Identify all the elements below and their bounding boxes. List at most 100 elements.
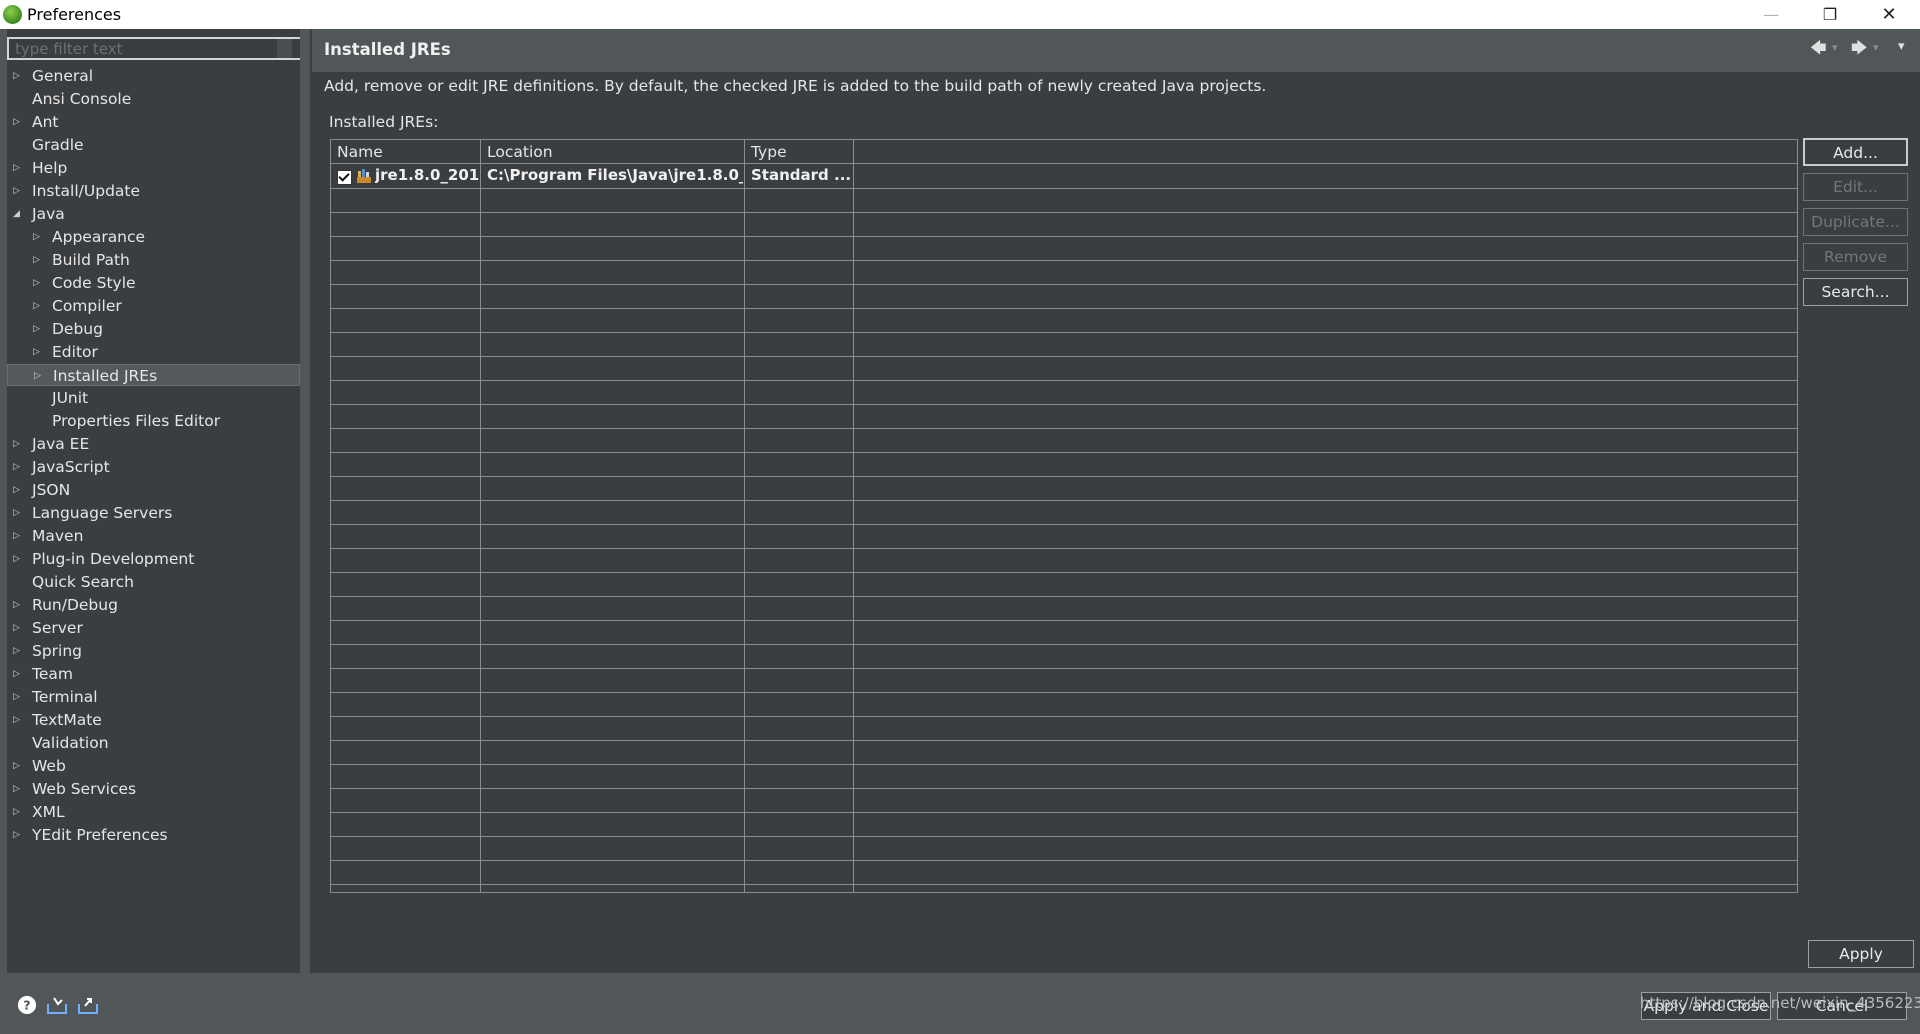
remove-button[interactable]: Remove: [1803, 243, 1908, 271]
tree-item-label: TextMate: [32, 711, 102, 729]
collapsed-arrow-icon[interactable]: ▷: [13, 111, 23, 133]
close-button[interactable]: ✕: [1866, 0, 1912, 29]
tree-item-label: Validation: [32, 734, 109, 752]
collapsed-arrow-icon[interactable]: ▷: [13, 502, 23, 524]
table-row-line: [331, 692, 1797, 693]
tree-item[interactable]: ▷ Appearance: [7, 226, 300, 248]
tree-item[interactable]: Ansi Console: [7, 88, 300, 110]
tree-item[interactable]: ▷ XML: [7, 801, 300, 823]
tree-item[interactable]: ▷ Code Style: [7, 272, 300, 294]
table-column-line: [853, 164, 854, 892]
tree-item[interactable]: ◢ Java: [7, 203, 300, 225]
tree-item[interactable]: JUnit: [7, 387, 300, 409]
table-row-line: [331, 452, 1797, 453]
tree-item[interactable]: ▷ JSON: [7, 479, 300, 501]
duplicate-button[interactable]: Duplicate...: [1803, 208, 1908, 236]
forward-arrow-icon[interactable]: 🡆: [1851, 37, 1868, 64]
tree-item[interactable]: ▷ JavaScript: [7, 456, 300, 478]
collapsed-arrow-icon[interactable]: ▷: [33, 249, 43, 271]
collapsed-arrow-icon[interactable]: ▷: [33, 341, 43, 363]
collapsed-arrow-icon[interactable]: ▷: [34, 365, 44, 387]
tree-item[interactable]: ▷ Installed JREs: [7, 364, 300, 386]
tree-item[interactable]: ▷ Java EE: [7, 433, 300, 455]
tree-item-label: Language Servers: [32, 504, 173, 522]
collapsed-arrow-icon[interactable]: ▷: [33, 272, 43, 294]
collapsed-arrow-icon[interactable]: ▷: [13, 456, 23, 478]
tree-item[interactable]: ▷ Debug: [7, 318, 300, 340]
expanded-arrow-icon[interactable]: ◢: [13, 203, 23, 225]
tree-item[interactable]: ▷ YEdit Preferences: [7, 824, 300, 846]
collapsed-arrow-icon[interactable]: ▷: [13, 433, 23, 455]
tree-item[interactable]: ▷ Web Services: [7, 778, 300, 800]
forward-dropdown-icon[interactable]: ▾: [1873, 41, 1879, 54]
tree-item[interactable]: ▷ Editor: [7, 341, 300, 363]
search-button[interactable]: Search...: [1803, 278, 1908, 306]
import-icon[interactable]: [46, 995, 68, 1015]
collapsed-arrow-icon[interactable]: ▷: [13, 640, 23, 662]
tree-item[interactable]: ▷ Install/Update: [7, 180, 300, 202]
collapsed-arrow-icon[interactable]: ▷: [13, 778, 23, 800]
tree-item[interactable]: ▷ Maven: [7, 525, 300, 547]
collapsed-arrow-icon[interactable]: ▷: [13, 755, 23, 777]
collapsed-arrow-icon[interactable]: ▷: [33, 318, 43, 340]
tree-item[interactable]: Quick Search: [7, 571, 300, 593]
collapsed-arrow-icon[interactable]: ▷: [13, 594, 23, 616]
filter-input[interactable]: [7, 37, 304, 60]
tree-item[interactable]: Gradle: [7, 134, 300, 156]
tree-item[interactable]: ▷ General: [7, 65, 300, 87]
dialog-button-bar: ? Apply and Close Cancel https://blog.cs…: [0, 973, 1920, 1034]
collapsed-arrow-icon[interactable]: ▷: [13, 686, 23, 708]
collapsed-arrow-icon[interactable]: ▷: [13, 617, 23, 639]
collapsed-arrow-icon[interactable]: ▷: [13, 824, 23, 846]
collapsed-arrow-icon[interactable]: ▷: [13, 479, 23, 501]
tree-item-label: Help: [32, 159, 68, 177]
export-icon[interactable]: [77, 995, 99, 1015]
pane-splitter[interactable]: [300, 29, 310, 973]
apply-button[interactable]: Apply: [1808, 940, 1914, 968]
installed-jres-table[interactable]: Name Location Type jre1.8.0_201... C:\Pr…: [330, 139, 1798, 893]
tree-item[interactable]: ▷ TextMate: [7, 709, 300, 731]
tree-item[interactable]: ▷ Web: [7, 755, 300, 777]
help-icon[interactable]: ?: [16, 995, 38, 1015]
tree-item[interactable]: ▷ Run/Debug: [7, 594, 300, 616]
tree-item[interactable]: ▷ Language Servers: [7, 502, 300, 524]
collapsed-arrow-icon[interactable]: ▷: [33, 226, 43, 248]
tree-item[interactable]: ▷ Team: [7, 663, 300, 685]
svg-text:?: ?: [23, 998, 30, 1013]
eclipse-logo-icon: [3, 5, 22, 24]
tree-item[interactable]: ▷ Plug-in Development: [7, 548, 300, 570]
collapsed-arrow-icon[interactable]: ▷: [33, 295, 43, 317]
collapsed-arrow-icon[interactable]: ▷: [13, 157, 23, 179]
tree-item[interactable]: Properties Files Editor: [7, 410, 300, 432]
collapsed-arrow-icon[interactable]: ▷: [13, 548, 23, 570]
back-arrow-icon[interactable]: 🡄: [1810, 37, 1827, 64]
collapsed-arrow-icon[interactable]: ▷: [13, 65, 23, 87]
tree-item[interactable]: ▷ Ant: [7, 111, 300, 133]
tree-item[interactable]: ▷ Build Path: [7, 249, 300, 271]
table-row-line: [331, 476, 1797, 477]
column-header-name[interactable]: Name: [331, 140, 481, 164]
collapsed-arrow-icon[interactable]: ▷: [13, 709, 23, 731]
collapsed-arrow-icon[interactable]: ▷: [13, 525, 23, 547]
tree-item[interactable]: Validation: [7, 732, 300, 754]
tree-item[interactable]: ▷ Server: [7, 617, 300, 639]
column-header-type[interactable]: Type: [745, 140, 854, 164]
add-button[interactable]: Add...: [1803, 138, 1908, 166]
collapsed-arrow-icon[interactable]: ▷: [13, 801, 23, 823]
tree-item[interactable]: ▷ Help: [7, 157, 300, 179]
tree-item-label: Installed JREs: [53, 367, 158, 385]
tree-item[interactable]: ▷ Compiler: [7, 295, 300, 317]
back-dropdown-icon[interactable]: ▾: [1832, 41, 1838, 54]
tree-item-label: Editor: [52, 343, 98, 361]
view-menu-icon[interactable]: ▾: [1898, 39, 1905, 54]
collapsed-arrow-icon[interactable]: ▷: [13, 180, 23, 202]
tree-item-label: General: [32, 67, 94, 85]
collapsed-arrow-icon[interactable]: ▷: [13, 663, 23, 685]
tree-item[interactable]: ▷ Terminal: [7, 686, 300, 708]
restore-button[interactable]: ❐: [1807, 0, 1853, 29]
tree-item[interactable]: ▷ Spring: [7, 640, 300, 662]
minimize-button[interactable]: —: [1748, 0, 1794, 29]
edit-button[interactable]: Edit...: [1803, 173, 1908, 201]
column-header-location[interactable]: Location: [481, 140, 745, 164]
jre-checkbox[interactable]: [337, 170, 352, 185]
